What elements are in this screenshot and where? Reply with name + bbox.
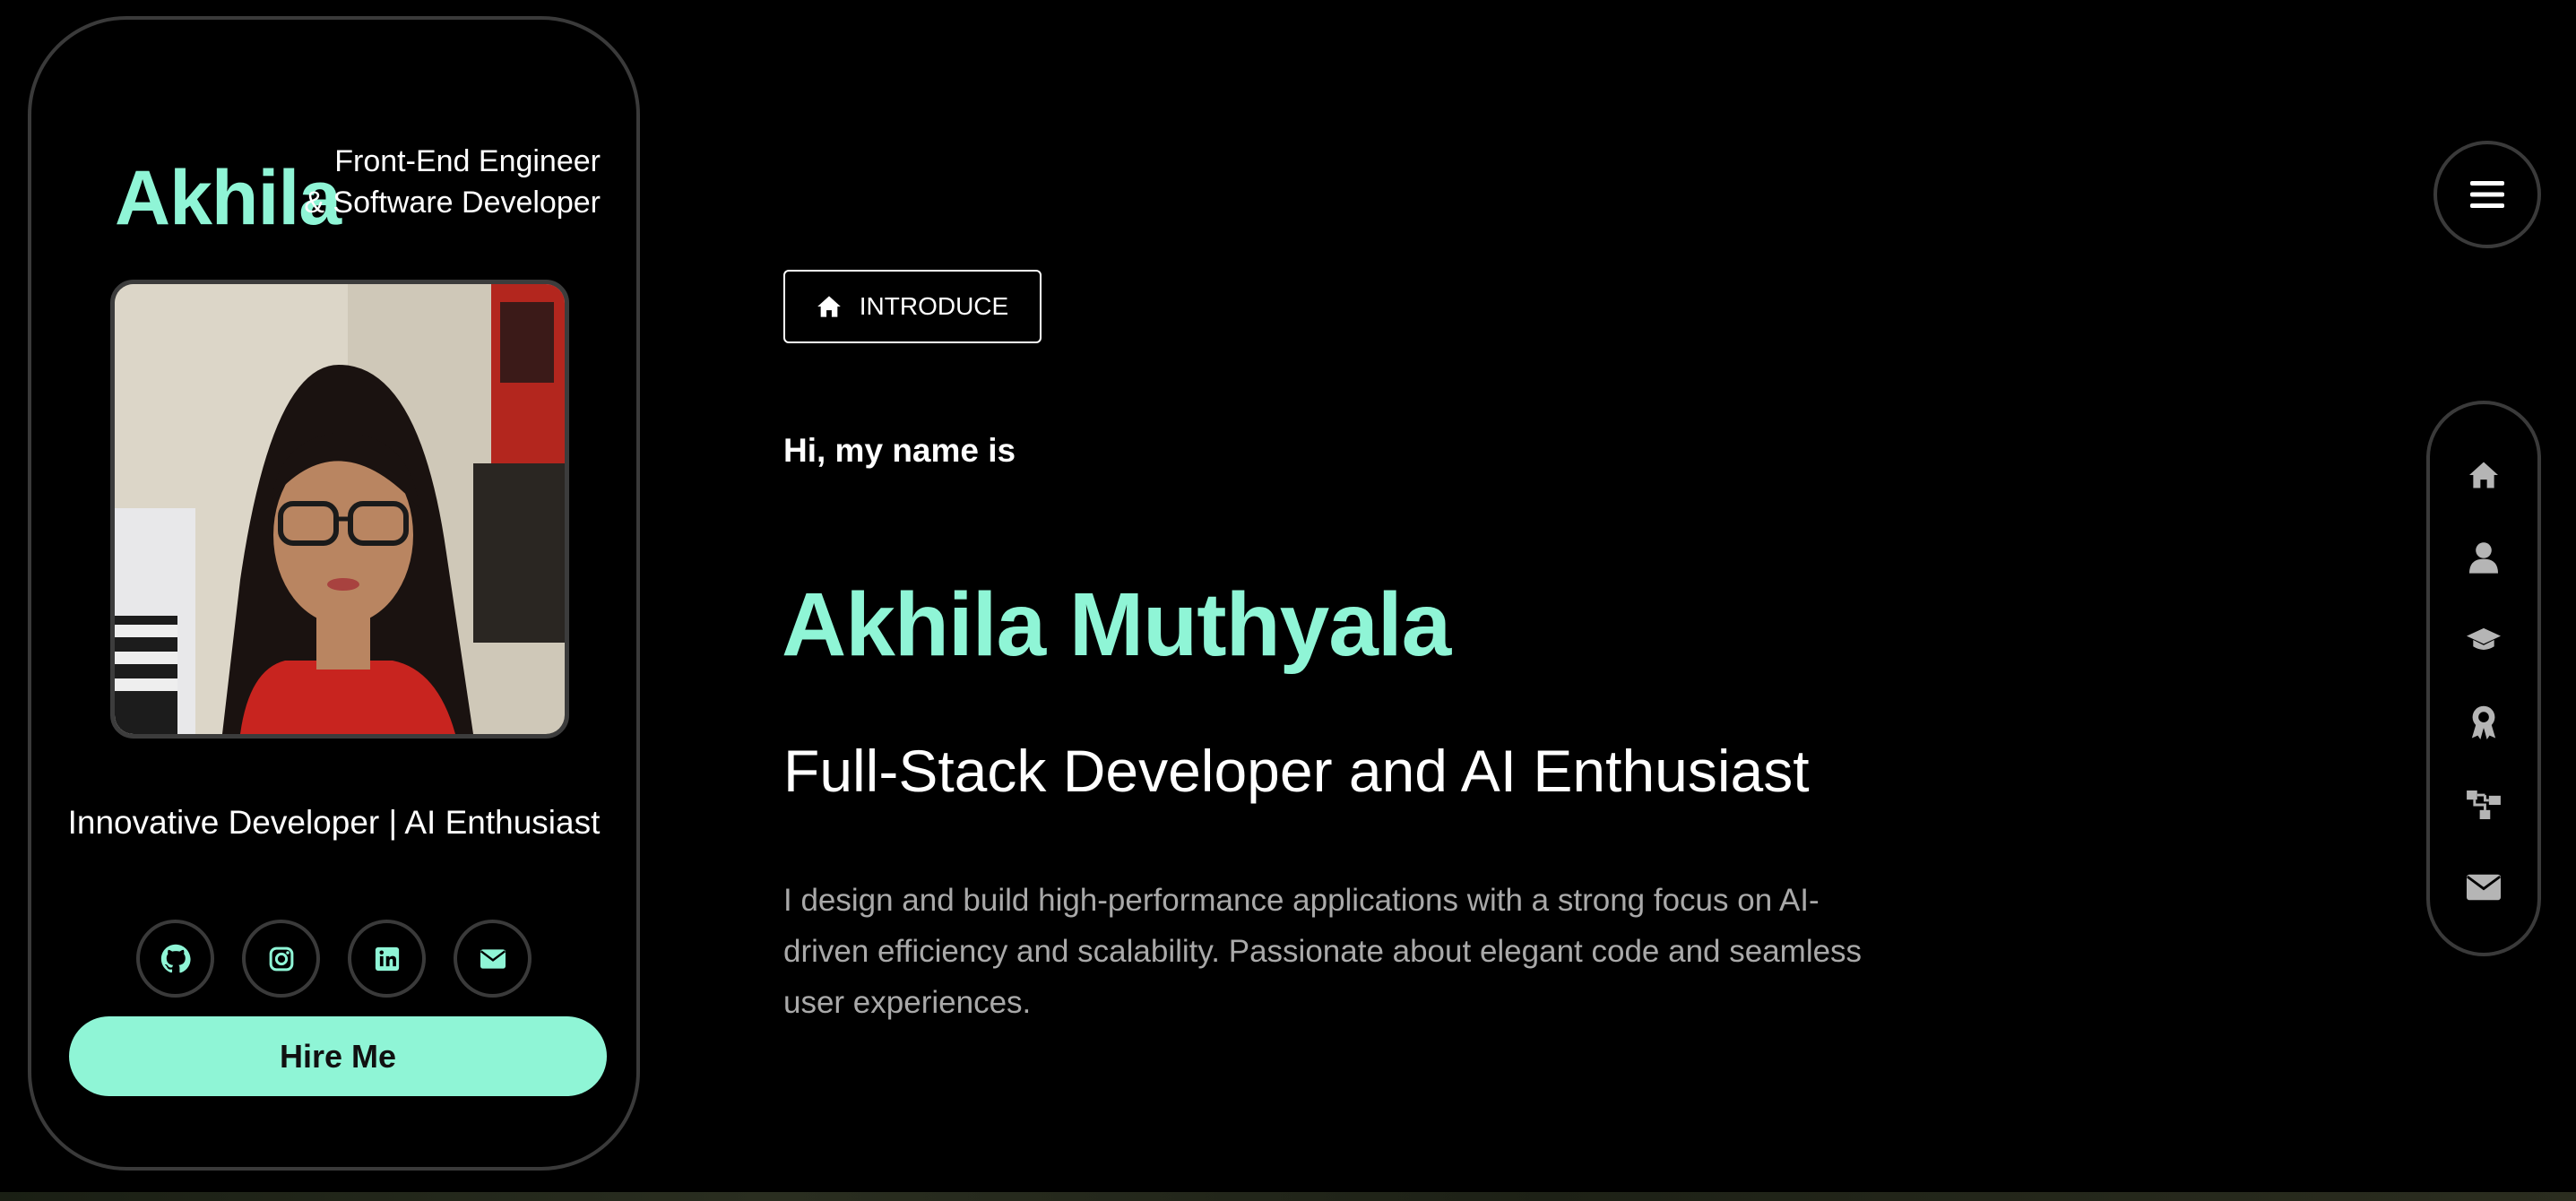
profile-card: Akhila Front-End Engineer & Software Dev…	[28, 16, 640, 1171]
linkedin-icon	[375, 946, 399, 971]
page-bottom-edge	[0, 1192, 2576, 1201]
brand-tagline: Front-End Engineer & Software Developer	[304, 141, 601, 223]
github-link[interactable]	[136, 920, 214, 998]
menu-button[interactable]	[2433, 141, 2541, 248]
tagline-line-2: & Software Developer	[304, 186, 601, 220]
instagram-icon	[269, 946, 293, 971]
hamburger-menu-icon	[2470, 181, 2504, 208]
home-icon	[2469, 462, 2498, 488]
hero-description: I design and build high-performance appl…	[783, 883, 1863, 1020]
section-tag-label: INTRODUCE	[859, 292, 1009, 320]
nav-item-certifications[interactable]	[2430, 696, 2537, 749]
hero-name: Akhila Muthyala	[782, 575, 1451, 675]
section-tag-introduce[interactable]: INTRODUCE	[783, 270, 1042, 343]
email-link[interactable]	[454, 920, 532, 998]
mail-icon	[480, 948, 506, 969]
nav-item-education[interactable]	[2430, 613, 2537, 667]
nav-item-contact[interactable]	[2430, 860, 2537, 914]
nav-item-projects[interactable]	[2430, 778, 2537, 832]
graduation-cap-icon	[2467, 627, 2501, 650]
side-navigation	[2426, 401, 2541, 956]
sitemap-icon	[2467, 791, 2501, 819]
profile-subtitle: Innovative Developer | AI Enthusiast	[67, 804, 601, 841]
hero-role: Full-Stack Developer and AI Enthusiast	[783, 738, 1810, 804]
home-icon	[817, 296, 841, 317]
social-links	[31, 920, 636, 998]
tagline-line-1: Front-End Engineer	[334, 144, 601, 178]
profile-photo	[110, 280, 569, 739]
nav-item-about[interactable]	[2430, 531, 2537, 584]
instagram-link[interactable]	[242, 920, 320, 998]
award-icon	[2471, 705, 2496, 739]
user-icon	[2469, 542, 2498, 574]
greeting: Hi, my name is	[783, 432, 1016, 469]
envelope-icon	[2467, 874, 2501, 901]
hire-me-button[interactable]: Hire Me	[69, 1016, 607, 1096]
nav-item-home[interactable]	[2430, 448, 2537, 502]
linkedin-link[interactable]	[348, 920, 426, 998]
github-icon	[160, 944, 191, 972]
